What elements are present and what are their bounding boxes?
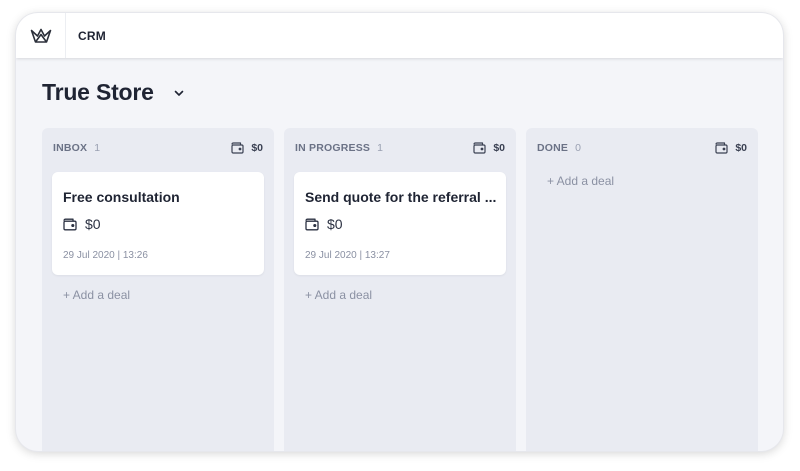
wallet-icon <box>715 142 728 154</box>
column-in-progress: IN PROGRESS 1 $0 Send quote for the refe… <box>284 128 516 451</box>
crown-logo-icon[interactable] <box>16 13 66 58</box>
column-total: $0 <box>231 142 263 154</box>
wallet-icon <box>231 142 244 154</box>
column-total: $0 <box>473 142 505 154</box>
column-total-value: $0 <box>493 142 505 154</box>
deal-title: Free consultation <box>63 189 180 205</box>
deal-amount-value: $0 <box>85 216 101 232</box>
chevron-down-icon[interactable] <box>174 90 184 97</box>
column-name: DONE <box>537 142 569 154</box>
deal-card[interactable]: Free consultation $0 29 Jul 2020 | 13:26 <box>52 172 264 275</box>
deal-title: Send quote for the referral ... <box>305 189 497 205</box>
column-name: INBOX <box>53 142 88 154</box>
wallet-icon <box>305 218 319 230</box>
column-name: IN PROGRESS <box>295 142 371 154</box>
add-deal-button[interactable]: + Add a deal <box>305 288 372 302</box>
column-count: 0 <box>575 142 581 154</box>
deal-date: 29 Jul 2020 | 13:27 <box>305 250 390 261</box>
deal-card[interactable]: Send quote for the referral ... $0 29 Ju… <box>294 172 506 275</box>
column-total-value: $0 <box>735 142 747 154</box>
app-title: CRM <box>78 29 106 43</box>
deal-amount: $0 <box>63 216 101 232</box>
column-done: DONE 0 $0 + Add a deal <box>526 128 758 451</box>
add-deal-button[interactable]: + Add a deal <box>63 288 130 302</box>
deal-board: INBOX 1 $0 Free consultation $0 29 Jul 2… <box>42 128 758 451</box>
column-inbox: INBOX 1 $0 Free consultation $0 29 Jul 2… <box>42 128 274 451</box>
column-count: 1 <box>94 142 101 154</box>
column-total-value: $0 <box>251 142 263 154</box>
column-count: 1 <box>377 142 383 154</box>
column-header: IN PROGRESS 1 $0 <box>295 140 505 156</box>
column-total: $0 <box>715 142 747 154</box>
deal-amount-value: $0 <box>327 216 343 232</box>
store-title: True Store <box>42 78 154 105</box>
column-header: DONE 0 $0 <box>537 140 747 156</box>
app-window: CRM True Store INBOX 1 $0 Free consultat… <box>16 13 783 451</box>
wallet-icon <box>63 218 77 230</box>
wallet-icon <box>473 142 486 154</box>
deal-date: 29 Jul 2020 | 13:26 <box>63 250 148 261</box>
deal-amount: $0 <box>305 216 343 232</box>
top-bar: CRM <box>16 13 783 58</box>
column-header: INBOX 1 $0 <box>53 140 263 156</box>
add-deal-button[interactable]: + Add a deal <box>547 174 614 188</box>
store-header: True Store <box>42 77 184 107</box>
